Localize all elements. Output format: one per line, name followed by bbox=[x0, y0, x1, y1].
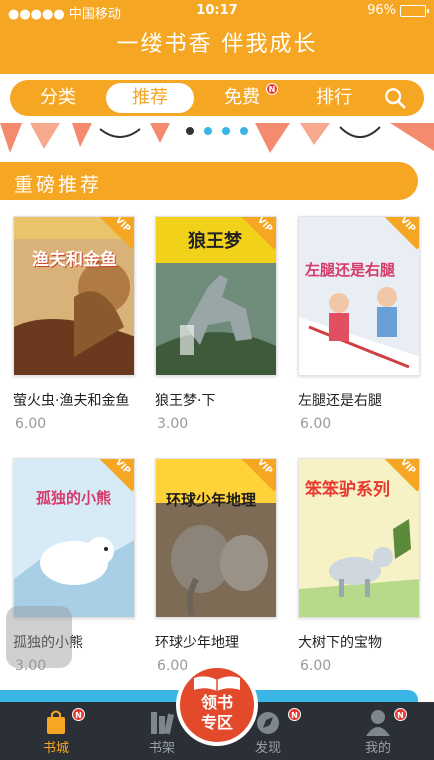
book-cover[interactable]: 狼王梦 VIP bbox=[155, 216, 277, 376]
book-card[interactable]: 左腿还是右腿 VIP 左腿还是右腿 6.00 bbox=[298, 216, 422, 432]
nav-label: 书城 bbox=[42, 741, 69, 756]
section-header-featured: 重磅推荐 bbox=[0, 162, 418, 200]
floating-assistive-button[interactable] bbox=[6, 606, 72, 668]
book-cover[interactable]: 左腿还是右腿 VIP bbox=[298, 216, 420, 376]
cover-illustration bbox=[299, 217, 419, 375]
book-cover[interactable]: 环球少年地理 VIP bbox=[155, 458, 277, 618]
carousel-dot[interactable] bbox=[240, 127, 248, 135]
cover-illustration bbox=[14, 217, 134, 375]
cover-illustration bbox=[156, 459, 276, 617]
book-cover-title: 渔夫和金鱼 bbox=[32, 250, 117, 270]
user-icon bbox=[366, 710, 390, 736]
tab-label: 排行 bbox=[316, 87, 352, 108]
book-price: 3.00 bbox=[157, 416, 189, 432]
shopping-bag-icon bbox=[47, 710, 65, 734]
nav-label: 发现 bbox=[254, 741, 281, 756]
new-badge: N bbox=[72, 708, 85, 721]
tab-label: 推荐 bbox=[132, 87, 168, 108]
book-cover-title: 狼王梦 bbox=[188, 231, 242, 252]
tab-recommend[interactable]: 推荐 bbox=[106, 83, 194, 113]
new-badge: N bbox=[288, 708, 301, 721]
claim-books-button[interactable]: 领书 专区 bbox=[176, 664, 258, 746]
section-title: 重磅推荐 bbox=[14, 174, 103, 196]
new-badge: N bbox=[394, 708, 407, 721]
open-book-icon bbox=[194, 676, 240, 691]
tab-category[interactable]: 分类 bbox=[14, 83, 102, 113]
book-card[interactable]: 孤独的小熊 VIP 孤独的小熊 3.00 bbox=[13, 458, 137, 674]
category-tabs: 分类 推荐 免费 N 排行 bbox=[10, 80, 424, 116]
app-header: ●●●●● 中国移动 10:17 96% 一缕书香 伴我成长 bbox=[0, 0, 434, 74]
carousel-dot[interactable] bbox=[204, 127, 212, 135]
app-title: 一缕书香 伴我成长 bbox=[116, 32, 318, 57]
book-price: 6.00 bbox=[157, 658, 189, 674]
tab-free[interactable]: 免费 N bbox=[198, 83, 286, 113]
nav-bookstore[interactable]: N 书城 bbox=[16, 702, 96, 760]
book-card[interactable]: 狼王梦 VIP 狼王梦·下 3.00 bbox=[155, 216, 279, 432]
book-title: 萤火虫·渔夫和金鱼 bbox=[13, 393, 130, 409]
book-cover-title: 笨笨驴系列 bbox=[305, 480, 390, 500]
book-cover-title: 孤独的小熊 bbox=[36, 489, 112, 507]
book-cover[interactable]: 渔夫和金鱼 VIP bbox=[13, 216, 135, 376]
nav-profile[interactable]: N 我的 bbox=[338, 702, 418, 760]
book-price: 6.00 bbox=[15, 416, 47, 432]
claim-books-label-line2: 专区 bbox=[200, 713, 233, 732]
book-card[interactable]: 环球少年地理 VIP 环球少年地理 6.00 bbox=[155, 458, 279, 674]
book-price: 6.00 bbox=[300, 658, 332, 674]
book-cover[interactable]: 笨笨驴系列 VIP bbox=[298, 458, 420, 618]
book-card[interactable]: 笨笨驴系列 VIP 大树下的宝物 6.00 bbox=[298, 458, 422, 674]
book-cover[interactable]: 孤独的小熊 VIP bbox=[13, 458, 135, 618]
nav-label: 书架 bbox=[148, 741, 175, 756]
nav-label: 我的 bbox=[364, 741, 391, 756]
book-title: 大树下的宝物 bbox=[298, 635, 382, 651]
bookshelf-icon bbox=[151, 712, 175, 735]
tab-label: 分类 bbox=[40, 87, 76, 108]
new-badge: N bbox=[266, 83, 278, 95]
tab-label: 免费 bbox=[224, 87, 260, 108]
cover-illustration bbox=[14, 459, 134, 617]
battery-indicator: 96% bbox=[367, 3, 429, 18]
book-title: 狼王梦·下 bbox=[155, 393, 216, 409]
carousel-dot[interactable] bbox=[186, 127, 194, 135]
search-icon[interactable] bbox=[384, 87, 406, 109]
book-cover-title: 环球少年地理 bbox=[166, 491, 257, 509]
claim-books-label-line1: 领书 bbox=[200, 693, 233, 712]
compass-icon bbox=[257, 712, 279, 734]
book-cover-title: 左腿还是右腿 bbox=[305, 261, 396, 279]
carousel-dot[interactable] bbox=[222, 127, 230, 135]
status-bar: ●●●●● 中国移动 10:17 96% bbox=[0, 0, 434, 22]
book-title: 环球少年地理 bbox=[155, 635, 239, 651]
book-card[interactable]: 渔夫和金鱼 VIP 萤火虫·渔夫和金鱼 6.00 bbox=[13, 216, 137, 432]
tab-ranking[interactable]: 排行 bbox=[290, 83, 378, 113]
carousel-indicator bbox=[0, 127, 434, 135]
book-price: 6.00 bbox=[300, 416, 332, 432]
battery-label: 96% bbox=[367, 3, 396, 18]
book-title: 左腿还是右腿 bbox=[298, 393, 382, 409]
battery-icon bbox=[400, 4, 429, 17]
